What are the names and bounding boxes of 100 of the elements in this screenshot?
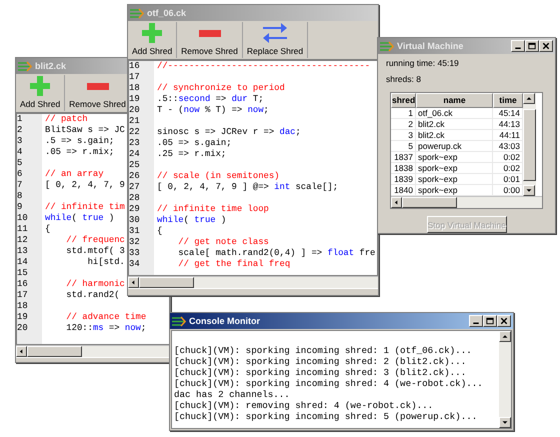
line-number: 31	[129, 226, 141, 237]
code-line: 120::ms => now;	[65, 323, 146, 334]
scroll-left-icon[interactable]	[128, 277, 139, 288]
line-number: 12	[17, 235, 29, 246]
line-number: 30	[129, 215, 141, 226]
code-line: // synchronize to period	[157, 83, 285, 94]
line-number: 29	[129, 204, 141, 215]
table-cell: 45:14	[493, 108, 523, 119]
code-line: {	[157, 226, 162, 237]
horizontal-scrollbar[interactable]	[128, 276, 378, 288]
line-number: 19	[17, 312, 29, 323]
table-cell: spork~exp	[416, 163, 493, 174]
table-cell: 1838	[391, 163, 416, 174]
table-cell: blit2.ck	[416, 119, 493, 130]
code-line: while( true )	[45, 213, 114, 224]
swap-arrows-icon	[262, 23, 287, 43]
line-number: 16	[129, 61, 141, 72]
table-cell: spork~exp	[416, 174, 493, 185]
line-number: 17	[129, 72, 141, 83]
scroll-thumb[interactable]	[523, 108, 536, 180]
arrow-icon	[130, 8, 144, 18]
line-number: 4	[17, 147, 24, 158]
window-title: otf_06.ck	[147, 8, 186, 18]
minus-icon	[86, 83, 109, 90]
table-cell: 5	[391, 141, 416, 152]
line-number: 2	[17, 125, 24, 136]
line-number: 17	[17, 290, 29, 301]
code-line: // get note class	[177, 237, 269, 248]
column-header[interactable]: name	[416, 93, 493, 108]
line-number: 13	[17, 246, 29, 257]
code-line: BlitSaw s => JC	[45, 125, 125, 136]
line-number: 28	[129, 193, 141, 204]
scroll-left-icon[interactable]	[391, 197, 402, 208]
line-number: 7	[17, 180, 24, 191]
line-number: 5	[17, 158, 24, 169]
line-number: 18	[17, 301, 29, 312]
table-cell: otf_06.ck	[416, 108, 493, 119]
code-line: [ 0, 2, 4, 7, 9 ] @=> int scale[];	[157, 182, 338, 193]
horizontal-scrollbar[interactable]	[391, 196, 542, 208]
code-line: .25 => r.mix;	[157, 149, 226, 160]
line-number: 23	[129, 138, 141, 149]
table-cell: 2	[391, 119, 416, 130]
line-number: 16	[17, 279, 29, 290]
code-line: // infinite tim	[45, 202, 125, 213]
console-line: dac has 2 channels...	[174, 389, 291, 400]
column-header[interactable]: shred	[391, 93, 416, 108]
code-line: [ 0, 2, 4, 7, 9	[45, 180, 125, 191]
plus-icon	[142, 23, 162, 43]
table-cell: 44:11	[493, 130, 523, 141]
arrow-icon	[172, 316, 186, 326]
line-number: 6	[17, 169, 24, 180]
code-line: // get the final freq	[177, 259, 290, 270]
line-number: 14	[17, 257, 29, 268]
line-number: 34	[129, 259, 141, 270]
table-cell: 44:13	[493, 119, 523, 130]
scroll-down-icon[interactable]	[499, 417, 511, 428]
vertical-scrollbar[interactable]	[523, 93, 536, 196]
minus-icon	[198, 30, 221, 37]
scroll-thumb[interactable]	[139, 277, 194, 288]
close-icon[interactable]	[539, 40, 553, 52]
horizontal-scrollbar[interactable]	[16, 345, 170, 357]
code-line: while( true )	[157, 215, 226, 226]
column-header[interactable]: time	[493, 93, 523, 108]
window-title: Virtual Machine	[397, 41, 464, 51]
minimize-icon[interactable]	[469, 315, 483, 327]
close-icon[interactable]	[497, 315, 511, 327]
maximize-icon[interactable]	[483, 315, 497, 327]
console-line: [chuck](VM): removing shred: 4 (we-robot.ck)...	[174, 400, 434, 411]
table-cell: blit2.ck	[416, 130, 493, 141]
maximize-icon[interactable]	[525, 40, 539, 52]
line-number: 11	[17, 224, 29, 235]
code-line: std.rand2(	[65, 290, 120, 301]
scroll-left-icon[interactable]	[16, 346, 27, 357]
code-line: scale[ math.rand2(0,4) ] => float fre	[177, 248, 376, 259]
code-line: .05 => r.mix;	[45, 147, 114, 158]
scroll-up-icon[interactable]	[523, 93, 535, 104]
line-number: 10	[17, 213, 29, 224]
scroll-up-icon[interactable]	[499, 331, 511, 342]
console-line: [chuck](VM): sporking incoming shred: 4 (we-robot.ck)...	[174, 378, 484, 389]
table-cell: 3	[391, 130, 416, 141]
line-number: 8	[17, 191, 24, 202]
scroll-thumb[interactable]	[27, 346, 82, 357]
scroll-down-icon[interactable]	[523, 185, 535, 196]
code-line: // an array	[45, 169, 104, 180]
running-time-label: running time: 45:19	[386, 58, 460, 68]
code-line: T - (now % T) => now;	[157, 105, 269, 116]
code-line: hi[std.	[86, 257, 125, 268]
line-number: 18	[129, 83, 141, 94]
line-number: 24	[129, 149, 141, 160]
code-line: .5::second => dur T;	[157, 94, 264, 105]
line-number: 21	[129, 116, 141, 127]
line-number: 20	[129, 105, 141, 116]
table-cell: 43:03	[493, 141, 523, 152]
window-title: Console Monitor	[189, 316, 260, 326]
vertical-scrollbar[interactable]	[499, 331, 511, 428]
minimize-icon[interactable]	[511, 40, 525, 52]
arrow-icon	[18, 60, 32, 72]
console-line: [chuck](VM): sporking incoming shred: 3 (blit2.ck)...	[174, 367, 468, 378]
line-number: 3	[17, 136, 24, 147]
scroll-thumb[interactable]	[402, 197, 457, 208]
